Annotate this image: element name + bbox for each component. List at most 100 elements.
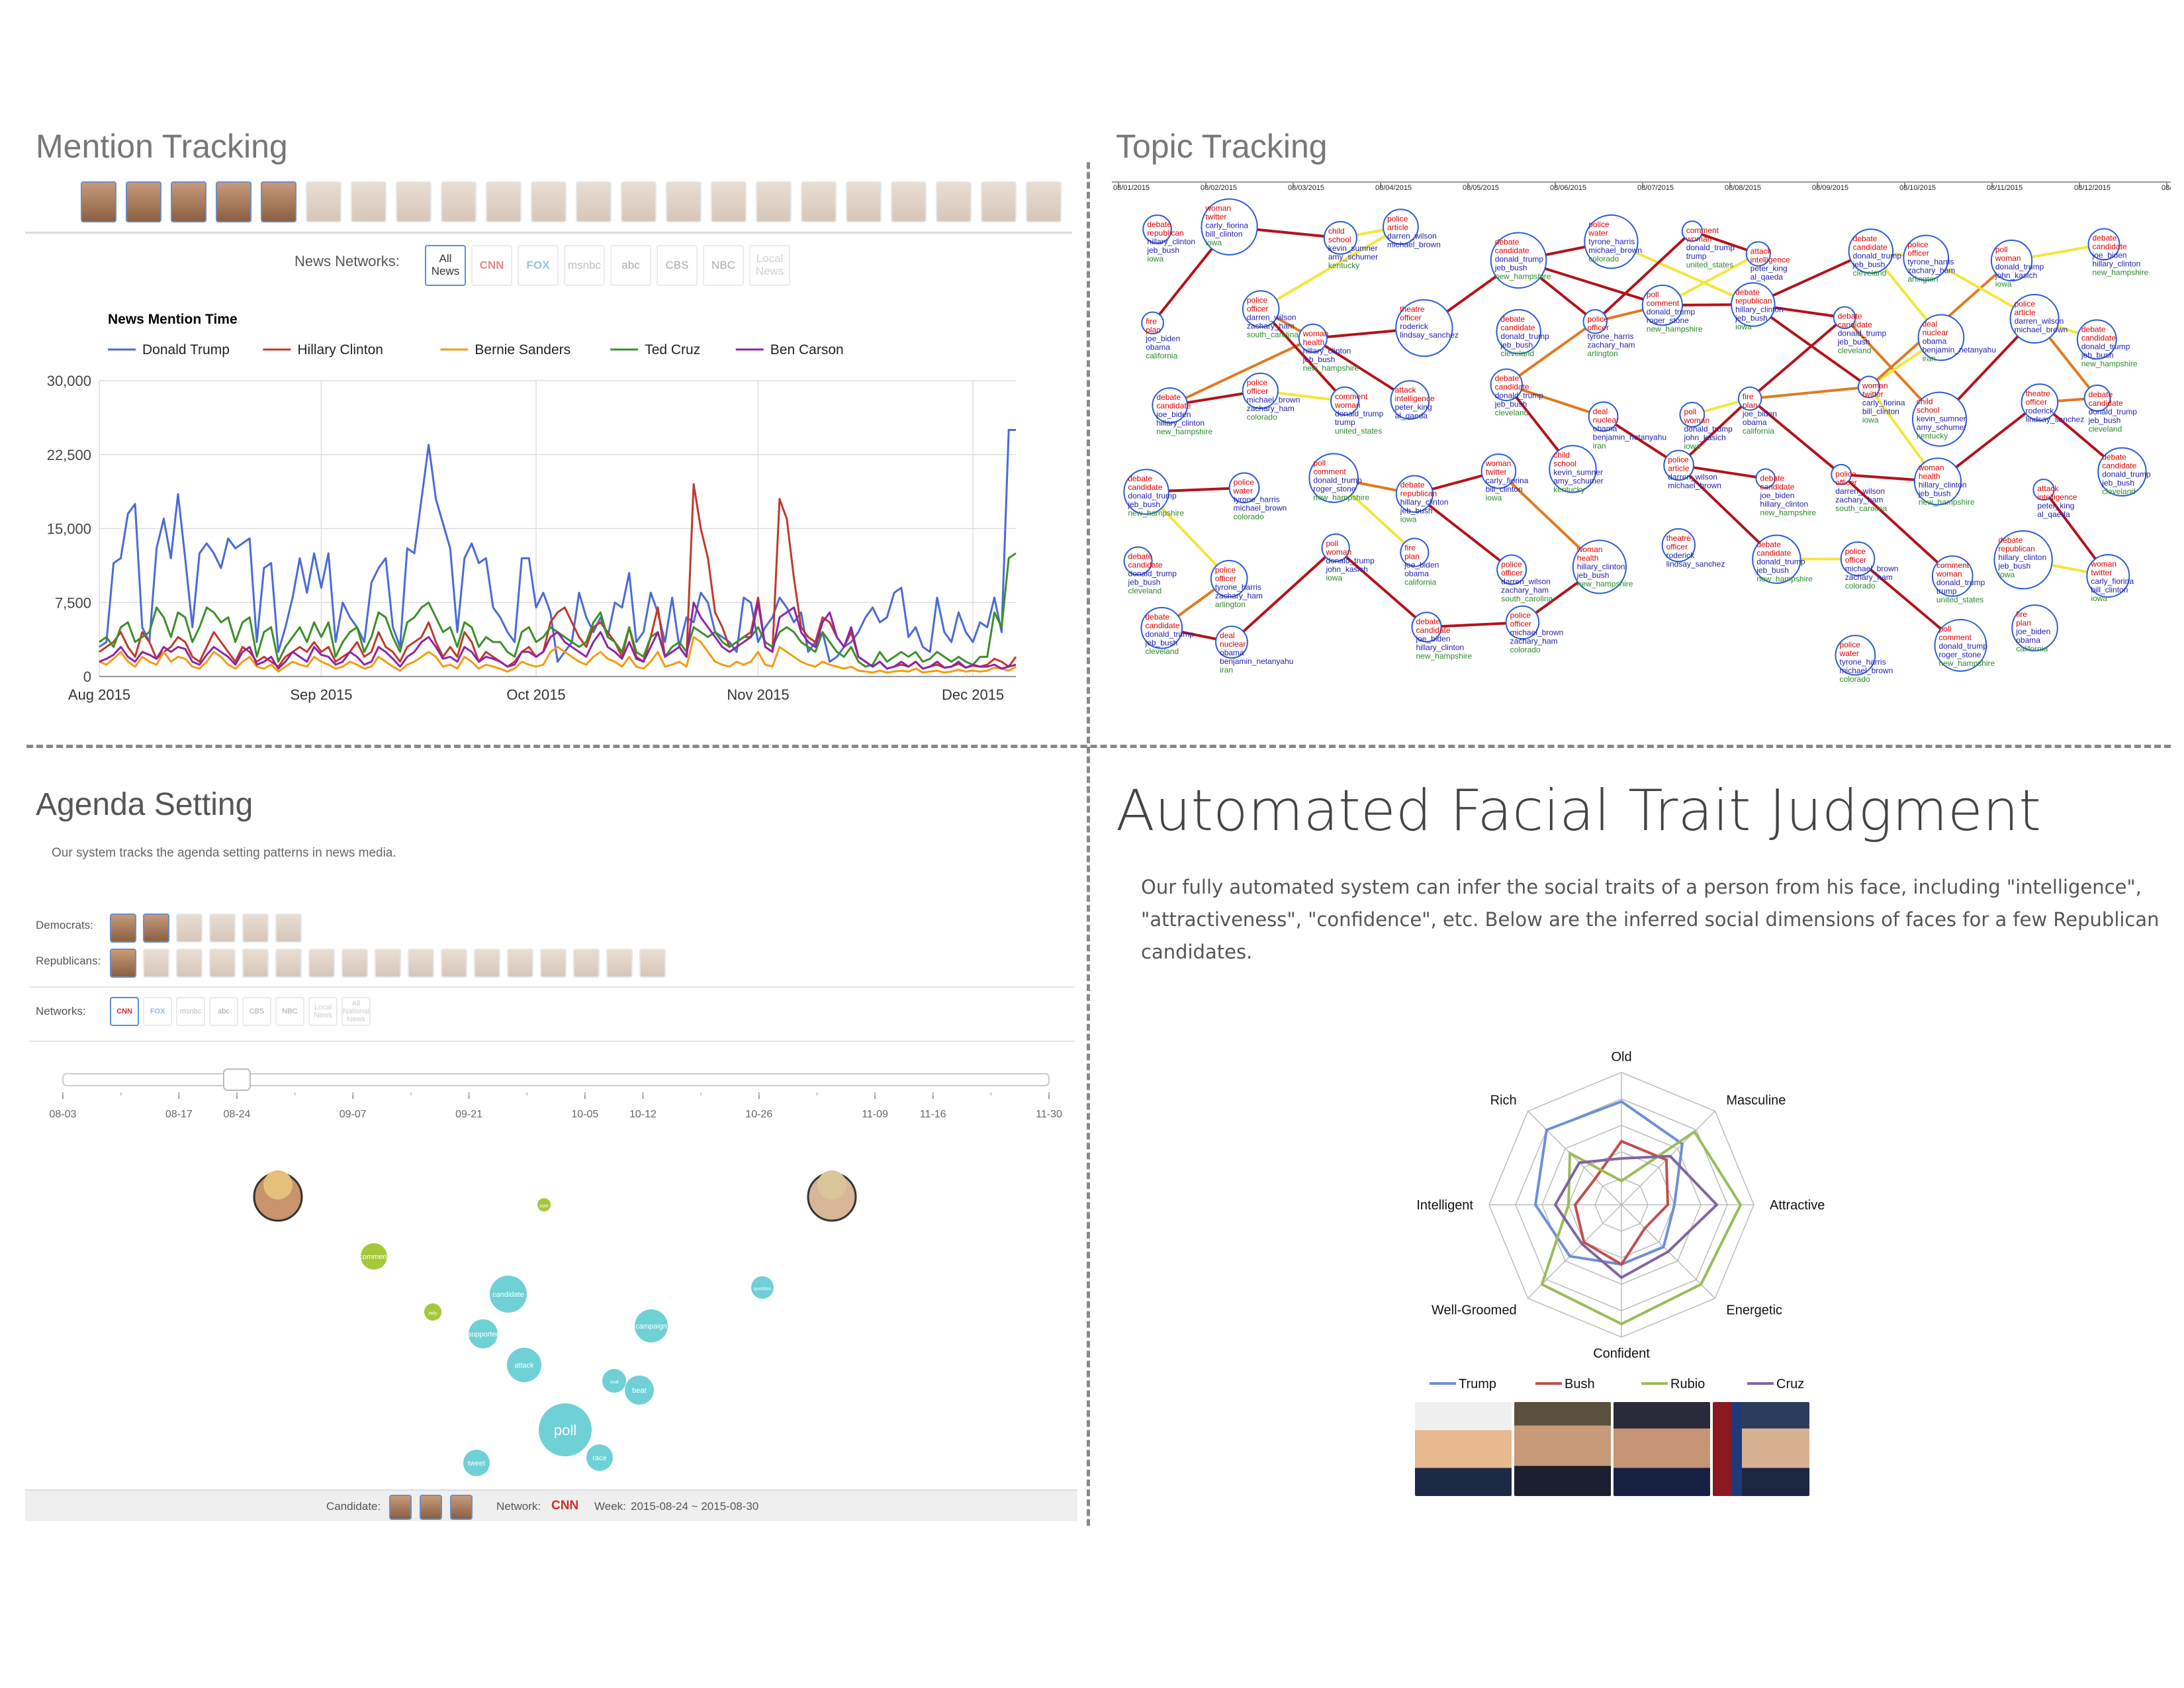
- candidate-face-button[interactable]: [486, 181, 522, 222]
- republican-face-button[interactable]: [474, 949, 500, 978]
- topic-node[interactable]: womanhealthhillary_clintonjeb_bushnew_ha…: [1572, 539, 1633, 594]
- candidate-face-button[interactable]: [621, 181, 657, 222]
- topic-node[interactable]: childschoolkevin_sumneramy_schumerkentuc…: [1911, 391, 1968, 447]
- republican-face-button[interactable]: [573, 949, 600, 978]
- republican-face-button[interactable]: [275, 949, 302, 978]
- republican-face-button[interactable]: [540, 949, 567, 978]
- candidate-face-button[interactable]: [261, 181, 296, 222]
- republican-face-button[interactable]: [606, 949, 633, 978]
- democrat-face-button[interactable]: [176, 914, 203, 943]
- topic-node[interactable]: dealnuclearobamabenjamin_netanyahuiran: [1588, 401, 1666, 450]
- topic-node[interactable]: womantwittercarly_fiorinabill_clintoniow…: [1480, 453, 1529, 502]
- footer-candidate-face[interactable]: [420, 1495, 442, 1520]
- topic-node[interactable]: theatreofficerrodericklindsay_sanchez: [1661, 528, 1725, 569]
- candidate-face-button[interactable]: [1026, 181, 1062, 222]
- topic-bubble-race[interactable]: race: [586, 1444, 613, 1471]
- topic-node[interactable]: debaterepublicanhillary_clintonjeb_bushi…: [1993, 530, 2053, 590]
- topic-node[interactable]: pollwomandonald_trumpjohn_kasichiowa: [1990, 239, 2044, 289]
- topic-node[interactable]: fireplanjoe_bidenobamacalifornia: [1141, 311, 1180, 360]
- topic-node[interactable]: commentwomandonald_trumptrumpunited_stat…: [1681, 220, 1735, 269]
- candidate-face-button[interactable]: [936, 181, 972, 222]
- network-button-fox[interactable]: FOX: [518, 245, 559, 286]
- topic-bubble-candidate[interactable]: candidate: [490, 1276, 527, 1313]
- topic-node[interactable]: debatecandidatedonald_trumpjeb_bushcleve…: [1490, 368, 1544, 418]
- topic-node[interactable]: commentwomandonald_trumptrumpunited_stat…: [1330, 386, 1384, 436]
- topic-node[interactable]: pollcommentdonald_trumproger_stonenew_ha…: [1641, 285, 1703, 334]
- topic-node[interactable]: attackintelligencepeter_kingal_qaeda: [1745, 241, 1790, 281]
- republican-face-button[interactable]: [176, 949, 203, 978]
- topic-bubble-attack[interactable]: attack: [507, 1348, 541, 1382]
- topic-node[interactable]: attackintelligencepeter_kingal_qaeda: [1390, 380, 1435, 420]
- topic-node[interactable]: policeofficerdarren_wilsonzachary_hamsou…: [1831, 463, 1888, 513]
- topic-node[interactable]: dealnuclearobamabenjamin_netanyahuiran: [1917, 314, 1996, 363]
- timeline-handle[interactable]: [222, 1068, 251, 1091]
- topic-node[interactable]: womantwittercarly_fiorinabill_clintoniow…: [2086, 553, 2134, 603]
- topic-node[interactable]: fireplanjoe_bidenobamacalifornia: [1737, 386, 1777, 436]
- agenda-network-button-cnn[interactable]: CNN: [110, 997, 139, 1026]
- candidate-face-button[interactable]: [576, 181, 612, 222]
- topic-node[interactable]: theatreofficerrodericklindsay_sanchez: [1395, 299, 1459, 357]
- topic-node[interactable]: commentwomandonald_trumptrumpunited_stat…: [1931, 555, 1985, 604]
- network-button-nbc[interactable]: NBC: [703, 245, 744, 286]
- topic-node[interactable]: debatecandidatejoe_bidenhillary_clintonn…: [1755, 468, 1816, 518]
- timeline-track[interactable]: [62, 1073, 1050, 1086]
- republican-face-button[interactable]: [308, 949, 335, 978]
- democrat-face-button[interactable]: [209, 914, 236, 943]
- topic-node[interactable]: womanhealthhillary_clintonjeb_bushnew_ha…: [1298, 323, 1359, 373]
- candidate-face-button[interactable]: [126, 181, 161, 222]
- topic-node[interactable]: policewatertyrone_harrismichael_browncol…: [1835, 634, 1893, 684]
- topic-node[interactable]: policearticledarren_wilsonmichael_brown: [1383, 209, 1441, 249]
- candidate-face-button[interactable]: [81, 181, 116, 222]
- topic-bubble-poll[interactable]: poll: [539, 1403, 592, 1456]
- topic-node[interactable]: pollcommentdonald_trumproger_stonenew_ha…: [1308, 453, 1369, 503]
- topic-node[interactable]: debatecandidatedonald_trumpjeb_bushnew_h…: [2076, 319, 2138, 368]
- topic-node[interactable]: policeofficermichael_brownzachary_hamcol…: [1242, 372, 1300, 422]
- network-button-cnn[interactable]: CNN: [471, 245, 512, 286]
- candidate-face-button[interactable]: [396, 181, 432, 222]
- network-button-cbs[interactable]: CBS: [657, 245, 698, 286]
- candidate-face-button[interactable]: [981, 181, 1017, 222]
- candidate-face-button[interactable]: [801, 181, 837, 222]
- topic-node[interactable]: fireplanjoe_bidenobamacalifornia: [1400, 538, 1439, 586]
- agenda-network-button-nbc[interactable]: NBC: [275, 997, 304, 1026]
- topic-bubble-rival[interactable]: rival: [602, 1369, 626, 1393]
- topic-node[interactable]: debatecandidatejoe_bidenhillary_clintonn…: [1152, 387, 1212, 436]
- candidate-face-button[interactable]: [216, 181, 251, 222]
- topic-node[interactable]: debatecandidatedonald_trumpjeb_bushcleve…: [1848, 228, 1902, 277]
- candidate-face-button[interactable]: [711, 181, 747, 222]
- topic-bubble-comment[interactable]: comment: [359, 1243, 389, 1270]
- republican-face-button[interactable]: [441, 949, 467, 978]
- candidate-face-button[interactable]: [306, 181, 341, 222]
- republican-face-button[interactable]: [209, 949, 236, 978]
- candidate-face-button[interactable]: [891, 181, 927, 222]
- topic-node[interactable]: womantwittercarly_fiorinabill_clintoniow…: [1857, 375, 1905, 425]
- topic-node[interactable]: womanhealthhillary_clintonjeb_bushnew_ha…: [1913, 457, 1975, 506]
- topic-bubble-question[interactable]: question: [751, 1276, 774, 1299]
- topic-bubble-supporter[interactable]: supporter: [468, 1319, 499, 1348]
- topic-node[interactable]: childschoolkevin_sumneramy_schumerkentuc…: [1549, 445, 1604, 494]
- agenda-network-button-fox[interactable]: FOX: [143, 997, 172, 1026]
- topic-node[interactable]: debaterepublicanhillary_clintonjeb_bushi…: [1142, 214, 1195, 263]
- topic-bubble-rally[interactable]: rally: [424, 1303, 441, 1321]
- topic-node[interactable]: debatecandidatejoe_bidenhillary_clintonn…: [2087, 228, 2149, 277]
- network-button-all-news[interactable]: All News: [425, 245, 466, 286]
- footer-candidate-face[interactable]: [389, 1495, 412, 1520]
- topic-node[interactable]: womantwittercarly_fiorinabill_clintoniow…: [1201, 198, 1258, 256]
- topic-node[interactable]: debatecandidatejoe_bidenhillary_clintonn…: [1411, 612, 1473, 661]
- agenda-network-button-all-national-news[interactable]: All National News: [341, 997, 371, 1026]
- topic-node[interactable]: policeofficerdarren_wilsonzachary_hamsou…: [1242, 290, 1298, 339]
- candidate-face-button[interactable]: [756, 181, 792, 222]
- clinton-avatar[interactable]: [807, 1170, 857, 1222]
- agenda-network-button-local-news[interactable]: Local News: [308, 997, 338, 1026]
- topic-node[interactable]: debatecandidatedonald_trumpjeb_bushnew_h…: [1123, 469, 1184, 518]
- topic-node[interactable]: policewatertyrone_harrismichael_browncol…: [1584, 214, 1642, 269]
- topic-node[interactable]: debatecandidatedonald_trumpjeb_bushcleve…: [2097, 447, 2151, 497]
- topic-node[interactable]: debatecandidatedonald_trumpjeb_bushcleve…: [1123, 546, 1177, 595]
- topic-node[interactable]: debatecandidatedonald_trumpjeb_bushcleve…: [1496, 308, 1549, 358]
- topic-bubble-tweet[interactable]: tweet: [463, 1450, 490, 1476]
- candidate-face-button[interactable]: [846, 181, 882, 222]
- republican-face-button[interactable]: [639, 949, 666, 978]
- candidate-face-button[interactable]: [171, 181, 206, 222]
- topic-node[interactable]: fireplanjoe_bidenobamacalifornia: [2011, 604, 2058, 653]
- democrat-face-button[interactable]: [143, 914, 169, 943]
